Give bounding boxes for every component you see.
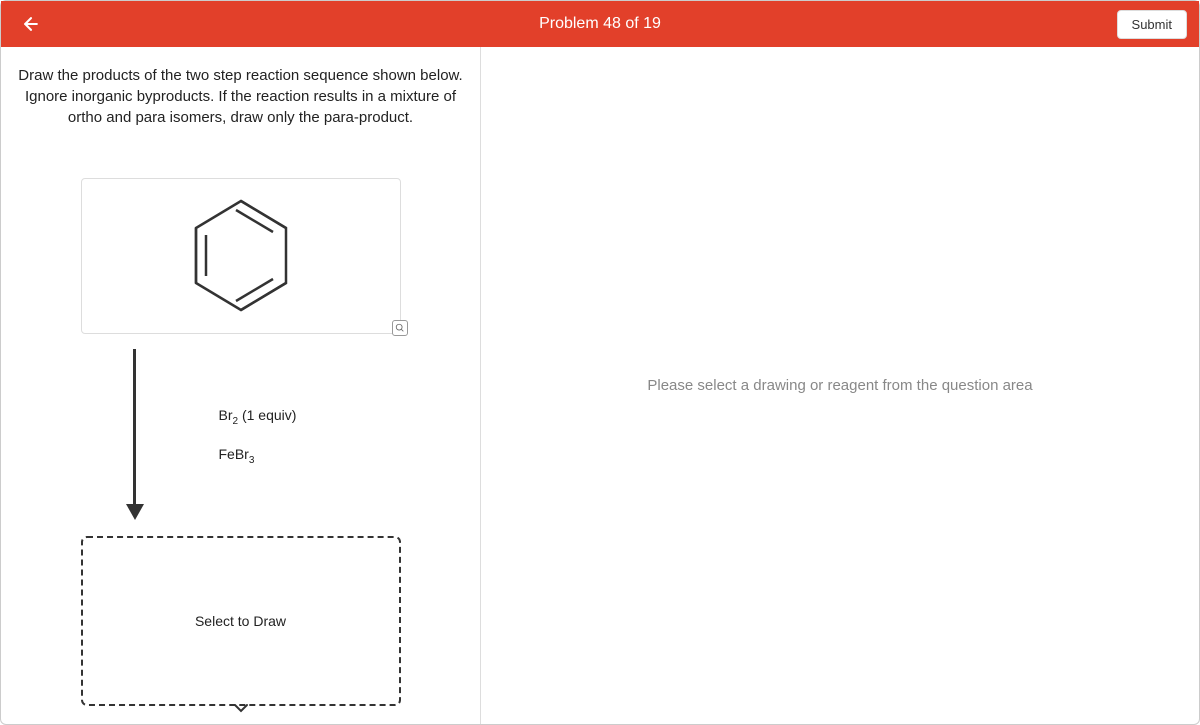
submit-button[interactable]: Submit	[1117, 10, 1187, 39]
back-button[interactable]	[13, 10, 49, 38]
reagent-1-suffix: (1 equiv)	[238, 407, 296, 423]
reaction-arrow-icon	[126, 349, 144, 520]
benzene-structure-icon	[186, 193, 296, 318]
reagent-list: Br2 (1 equiv) FeBr3	[219, 407, 297, 487]
magnify-icon	[395, 323, 405, 333]
reagent-2-prefix: FeBr	[219, 446, 249, 462]
problem-counter: Problem 48 of 19	[539, 15, 661, 33]
question-instructions: Draw the products of the two step reacti…	[17, 65, 464, 128]
reagent-2-sub: 3	[249, 455, 255, 466]
drawing-canvas-panel: Please select a drawing or reagent from …	[481, 47, 1199, 724]
content-area: Draw the products of the two step reacti…	[1, 47, 1199, 724]
arrow-left-icon	[21, 14, 41, 34]
reagent-2: FeBr3	[219, 446, 297, 466]
chevron-down-icon	[233, 700, 249, 716]
reagent-1-prefix: Br	[219, 407, 233, 423]
starting-molecule-box[interactable]	[81, 178, 401, 334]
reagent-1: Br2 (1 equiv)	[219, 407, 297, 427]
app-header: Problem 48 of 19 Submit	[1, 1, 1199, 47]
question-panel: Draw the products of the two step reacti…	[1, 47, 481, 724]
reaction-arrow-section: Br2 (1 equiv) FeBr3	[81, 349, 401, 520]
zoom-icon[interactable]	[392, 320, 408, 336]
draw-product-box[interactable]: Select to Draw	[81, 536, 401, 706]
canvas-placeholder-message: Please select a drawing or reagent from …	[647, 377, 1032, 394]
draw-box-label: Select to Draw	[195, 613, 286, 629]
